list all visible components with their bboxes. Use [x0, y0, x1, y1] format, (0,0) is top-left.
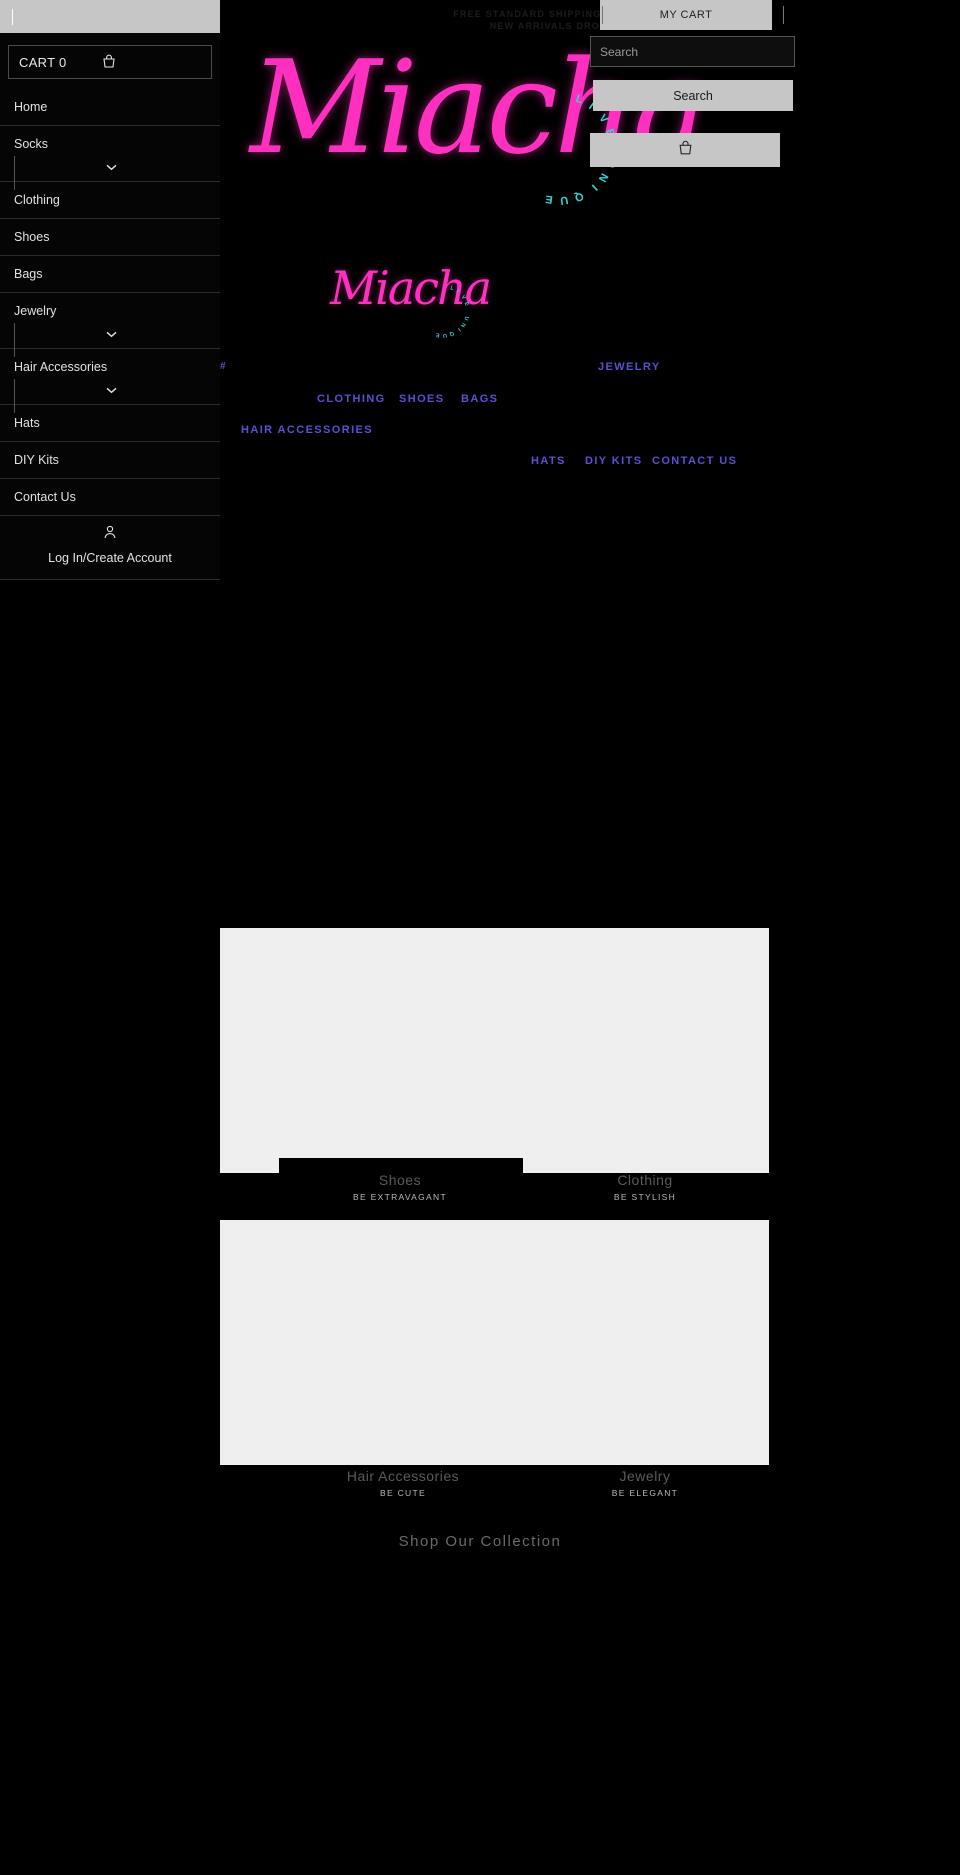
tagline-char: U	[441, 331, 448, 339]
cart-button[interactable]	[590, 133, 780, 167]
sidebar-item-clothing[interactable]: Clothing	[0, 182, 220, 219]
tagline-char: E	[462, 301, 470, 308]
sidebar-item-label: Hair Accessories	[14, 360, 108, 374]
search-input[interactable]	[590, 36, 795, 67]
collection-tile-image-shoes[interactable]	[220, 928, 769, 1173]
collection-tile-image-hair-accessories[interactable]	[220, 1220, 769, 1465]
nav-link-bags[interactable]: BAGS	[461, 393, 498, 405]
sidebar-cart-button[interactable]: CART 0	[8, 45, 212, 79]
sidebar-item-label: Clothing	[14, 193, 60, 207]
chevron-down-icon[interactable]	[106, 387, 117, 394]
sidebar-menu: CART 0 Home Socks Clothing Shoes Bags Je…	[0, 33, 220, 580]
account-label: Log In/Create Account	[48, 551, 172, 565]
tagline-char: L	[574, 92, 586, 107]
tagline-char: V	[596, 112, 611, 127]
tagline-char: Q	[571, 189, 586, 205]
tagline-char: I	[455, 288, 461, 295]
tagline-char: Q	[447, 329, 455, 338]
sidebar-item-label: DIY Kits	[14, 453, 59, 467]
sidebar-item-label: Socks	[14, 137, 49, 151]
collection-tile-caption-shoes[interactable]: Shoes BE EXTRAVAGANT	[300, 1172, 500, 1202]
tile-subtitle: BE STYLISH	[613, 1192, 677, 1202]
tile-title: Jewelry	[619, 1468, 671, 1484]
sidebar-item-label: Shoes	[14, 230, 50, 244]
sidebar-nav-list: Home Socks Clothing Shoes Bags Jewelry H…	[0, 89, 220, 516]
collections-heading: Shop Our Collection	[398, 1533, 562, 1550]
tagline-char	[464, 309, 470, 311]
login-create-account-button[interactable]: Log In/Create Account	[0, 516, 220, 580]
chevron-down-icon[interactable]	[106, 164, 117, 171]
my-cart-label: MY CART	[659, 9, 713, 21]
tile-subtitle: BE EXTRAVAGANT	[353, 1192, 447, 1202]
nav-link-[interactable]: #	[220, 361, 227, 372]
sidebar-item-label: Home	[14, 100, 48, 114]
tagline-char: E	[435, 331, 441, 338]
sidebar-item-label: Jewelry	[14, 304, 57, 318]
tagline-char: N	[595, 171, 611, 185]
tile-title: Shoes	[378, 1172, 422, 1188]
collection-tile-caption-jewelry[interactable]: Jewelry BE ELEGANT	[545, 1468, 745, 1498]
user-icon	[14, 524, 206, 545]
tagline-char: N	[458, 321, 467, 329]
tagline-char: U	[462, 315, 470, 322]
tagline-char: E	[543, 192, 554, 206]
divider-left	[602, 6, 603, 24]
tagline-char: I	[588, 181, 600, 194]
tile-subtitle: BE CUTE	[380, 1488, 426, 1498]
tagline-char: V	[459, 294, 467, 302]
tile-title: Hair Accessories	[346, 1468, 460, 1484]
tagline-char: I	[455, 326, 462, 333]
sidebar-item-hair-accessories[interactable]: Hair Accessories	[0, 349, 220, 413]
sidebar-item-label: Bags	[14, 267, 43, 281]
tile-subtitle: BE ELEGANT	[611, 1488, 679, 1498]
my-cart-header[interactable]: MY CART	[600, 0, 772, 30]
collection-tile-caption-clothing[interactable]: Clothing BE STYLISH	[545, 1172, 745, 1202]
divider-right	[783, 6, 784, 24]
text-caret	[12, 8, 13, 25]
sidebar-item-label: Contact Us	[14, 490, 76, 504]
nav-link-hats[interactable]: HATS	[531, 455, 566, 467]
nav-link-contact-us[interactable]: CONTACT US	[652, 455, 737, 467]
shopping-bag-icon	[101, 54, 117, 75]
brand-tagline-circular-secondary: LIVE UNIQUE	[415, 283, 471, 339]
shopping-bag-icon	[677, 140, 694, 160]
tagline-char: U	[558, 193, 570, 207]
nav-link-shoes[interactable]: SHOES	[399, 393, 445, 405]
sidebar-item-bags[interactable]: Bags	[0, 256, 220, 293]
nav-link-jewelry[interactable]: JEWELRY	[598, 361, 661, 373]
sidebar-item-home[interactable]: Home	[0, 89, 220, 126]
collection-tile-caption-hair-accessories[interactable]: Hair Accessories BE CUTE	[303, 1468, 503, 1498]
sidebar-item-contact-us[interactable]: Contact Us	[0, 479, 220, 516]
sidebar-item-label: Hats	[14, 416, 40, 430]
tile-title: Clothing	[617, 1172, 673, 1188]
sidebar-item-hats[interactable]: Hats	[0, 405, 220, 442]
brand-hero: Miacha LIVE UNIQUE Miacha LIVE UNIQUE	[220, 40, 960, 360]
search-button[interactable]: Search	[593, 80, 793, 111]
sidebar-cart-label: CART 0	[19, 54, 67, 70]
sidebar-item-diy-kits[interactable]: DIY Kits	[0, 442, 220, 479]
sidebar-item-socks[interactable]: Socks	[0, 126, 220, 190]
nav-link-clothing[interactable]: CLOTHING	[317, 393, 386, 405]
tagline-char: L	[449, 285, 455, 293]
search-overlay-bar[interactable]	[0, 0, 220, 33]
nav-link-hair-accessories[interactable]: HAIR ACCESSORIES	[241, 424, 373, 436]
sidebar-item-shoes[interactable]: Shoes	[0, 219, 220, 256]
sidebar-item-jewelry[interactable]: Jewelry	[0, 293, 220, 357]
nav-link-diy-kits[interactable]: DIY KITS	[585, 455, 642, 467]
chevron-down-icon[interactable]	[106, 331, 117, 338]
